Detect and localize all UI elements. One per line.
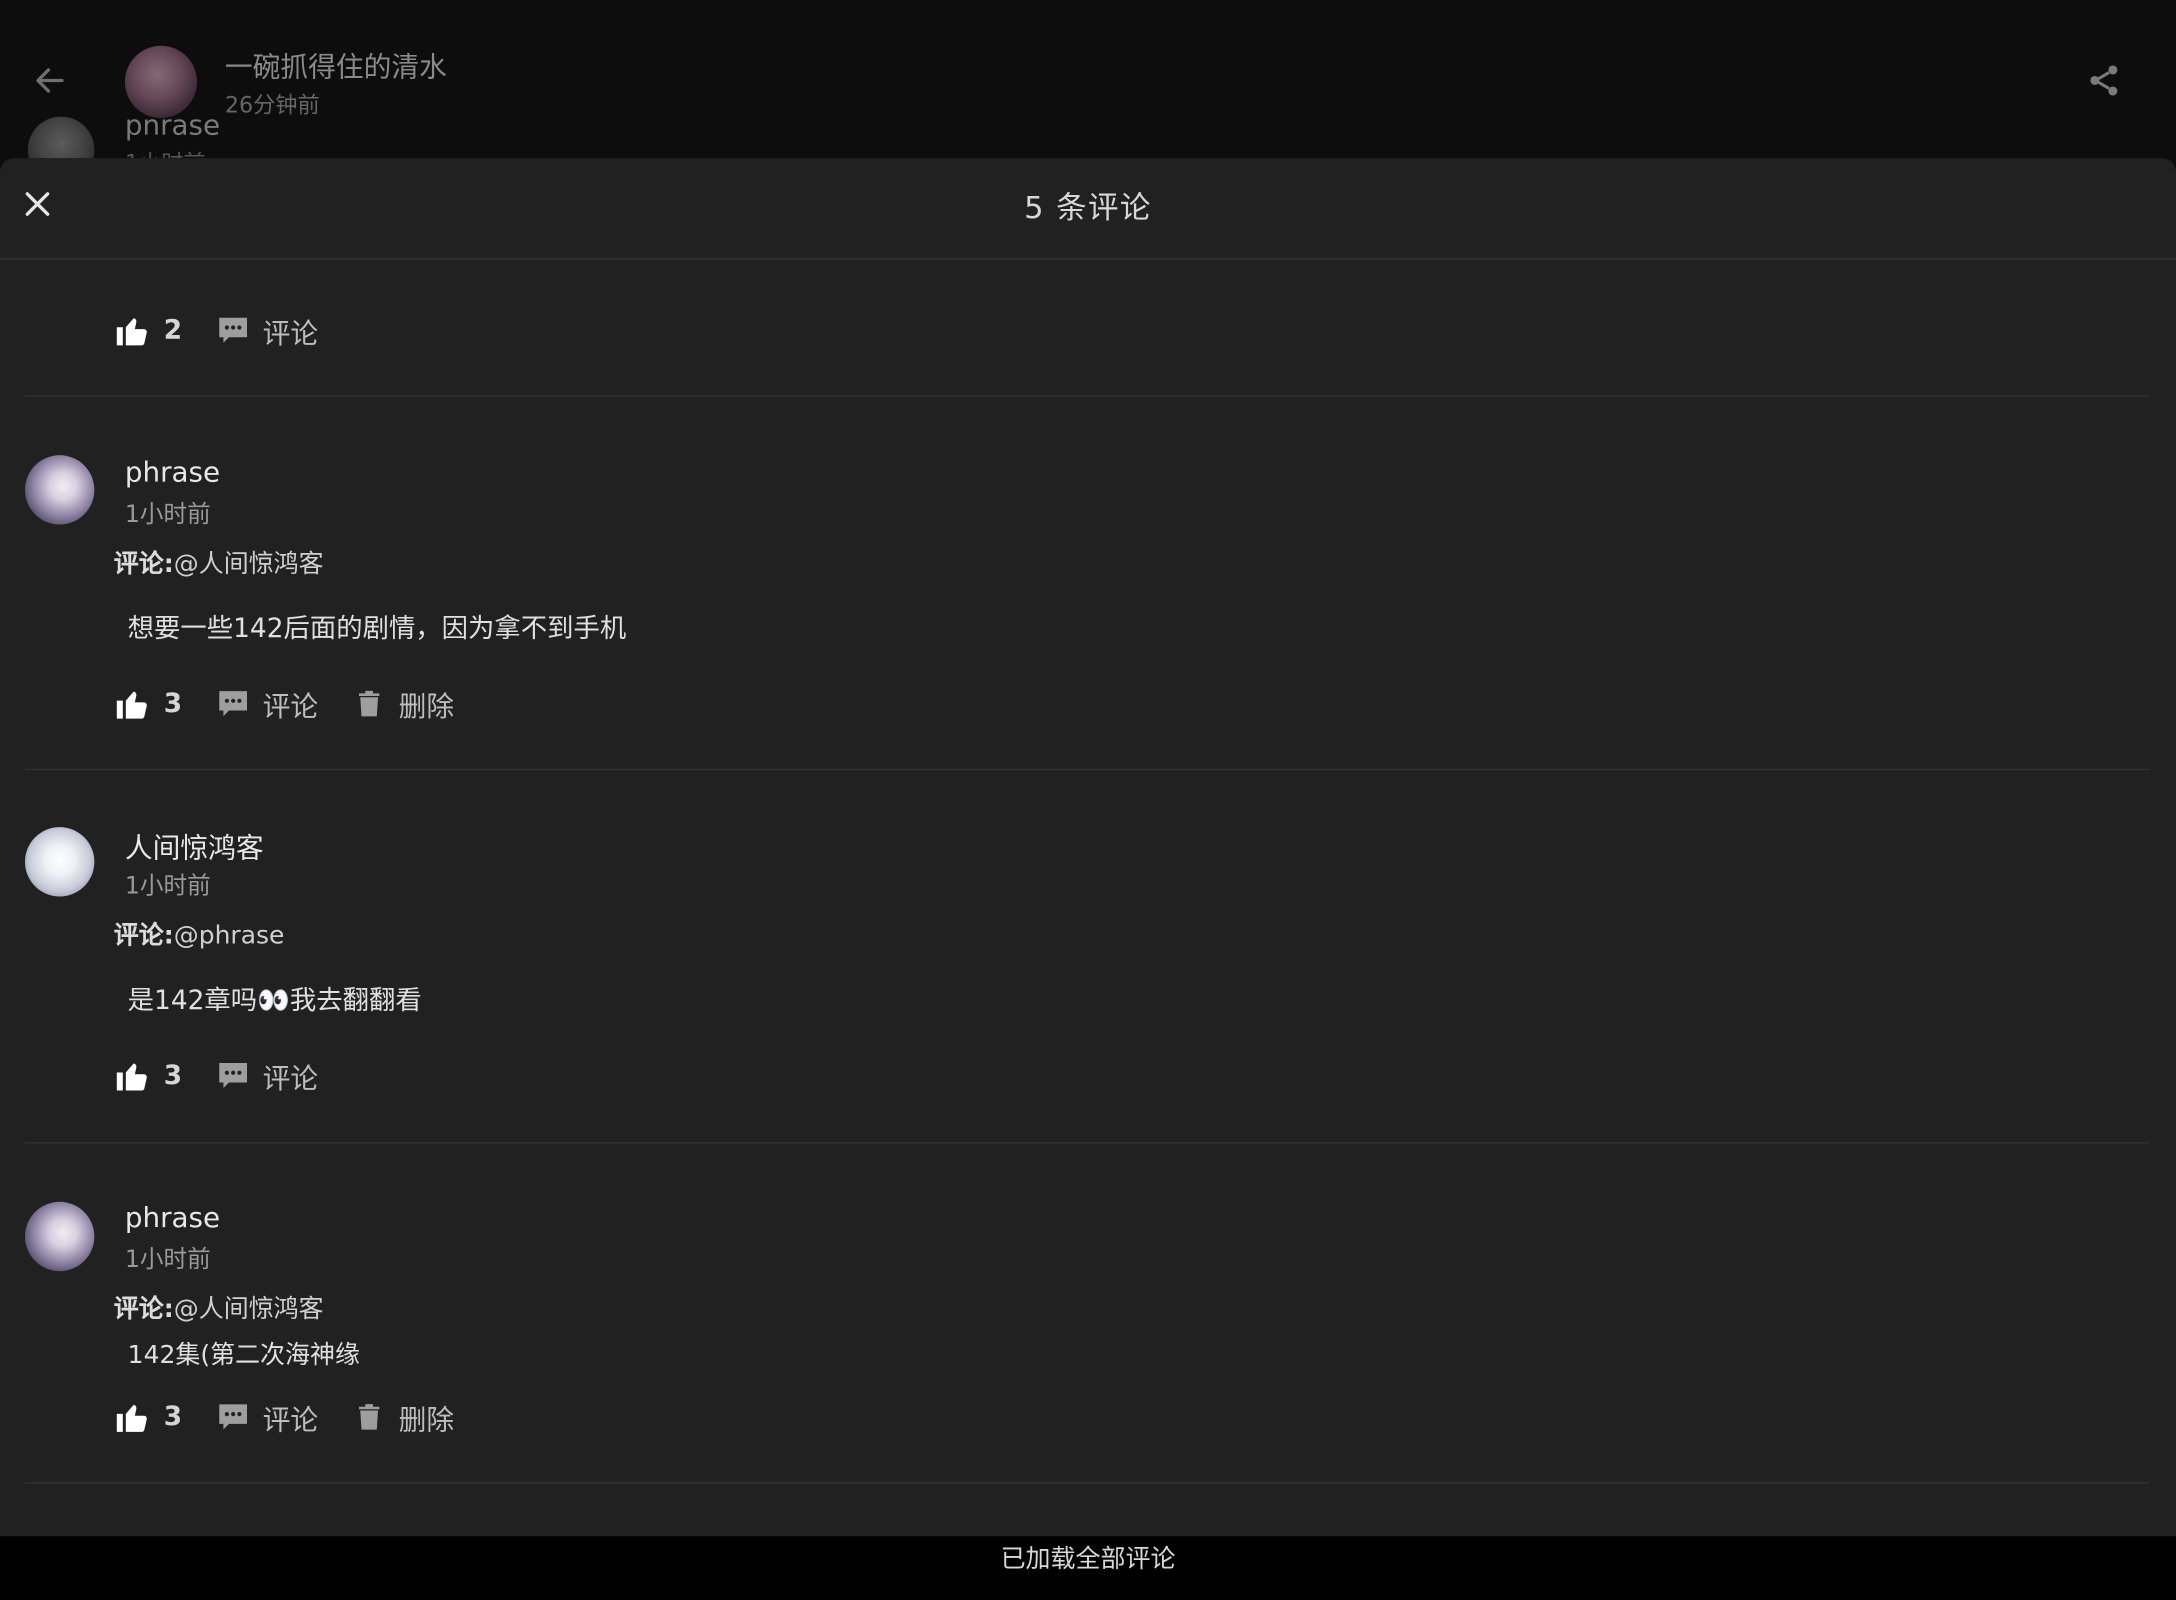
peek-time: 1小时前: [125, 144, 206, 158]
comment-actions: 3 评论 删除: [114, 683, 488, 725]
comment-actions: 2 评论: [114, 309, 352, 351]
post-header: 一碗抓得住的清水 26分钟前 pnrase 1小时前: [0, 0, 2176, 159]
comment-time: 1小时前: [124, 1246, 211, 1274]
reply-label: 评论: [262, 1060, 319, 1095]
avatar[interactable]: [24, 455, 95, 525]
reply-to-user[interactable]: @phrase: [174, 921, 285, 950]
back-button[interactable]: [28, 58, 72, 102]
load-status-text: 已加载全部评论: [1000, 1544, 1176, 1574]
reply-prefix: 评论:: [113, 1294, 174, 1324]
reply-button[interactable]: 评论: [215, 683, 318, 723]
reply-target: 评论:@phrase: [114, 916, 285, 952]
comment-time: 1小时前: [124, 500, 211, 529]
peek-name: pnrase: [124, 116, 221, 142]
reply-prefix: 评论:: [113, 921, 174, 951]
comment-text: 想要一些142后面的剧情，因为拿不到手机: [127, 613, 627, 644]
reply-label: 评论: [262, 315, 319, 350]
trash-icon: [351, 1399, 387, 1435]
reply-to-user[interactable]: @人间惊鸿客: [174, 1295, 324, 1324]
comment-text: 是142章吗👀我去翻翻看: [127, 985, 422, 1016]
comment-item: phrase 1小时前 评论:@人间惊鸿客 想要一些142后面的剧情，因为拿不到…: [24, 397, 2150, 771]
load-status-bar: 已加载全部评论: [0, 1536, 2176, 1600]
thumbs-up-icon: [114, 1057, 150, 1093]
thumbs-up-icon: [114, 1399, 150, 1435]
like-button[interactable]: 2: [114, 312, 182, 348]
sheet-header: 5 条评论: [0, 158, 2176, 260]
like-button[interactable]: 3: [114, 686, 182, 722]
comment-text: 142集(第二次海神缘: [127, 1340, 360, 1370]
delete-label: 删除: [398, 689, 455, 723]
reply-button[interactable]: 评论: [215, 310, 318, 350]
sheet-title: 5 条评论: [1024, 191, 1152, 227]
peek-comment: pnrase 1小时前: [27, 116, 583, 159]
comment-icon: [215, 1399, 251, 1435]
delete-button[interactable]: 删除: [351, 1397, 454, 1437]
author-name[interactable]: 一碗抓得住的清水: [225, 44, 447, 84]
share-button[interactable]: [2082, 58, 2126, 102]
comment-actions: 3 评论 删除: [114, 1396, 488, 1438]
like-count: 2: [163, 315, 183, 346]
comment-author[interactable]: phrase: [125, 1200, 220, 1233]
avatar[interactable]: [24, 827, 95, 897]
thumbs-up-icon: [114, 312, 150, 348]
reply-button[interactable]: 评论: [215, 1397, 318, 1437]
like-count: 3: [163, 1060, 183, 1091]
avatar[interactable]: [24, 1201, 95, 1272]
screen: 一碗抓得住的清水 26分钟前 pnrase 1小时前 5 条评论: [0, 0, 2176, 1600]
author-time: 26分钟前: [224, 91, 320, 118]
comment-icon: [215, 1057, 251, 1093]
avatar: [27, 116, 95, 159]
comment-time: 1小时前: [124, 872, 211, 901]
like-button[interactable]: 3: [114, 1399, 182, 1435]
comments-sheet: 5 条评论 2 评论 phrase 1小时前 评论:@人间惊鸿客 想要一些142…: [0, 158, 2176, 1538]
comment-item: 人间惊鸿客 1小时前 评论:@phrase 是142章吗👀我去翻翻看 3 评论: [24, 770, 2150, 1144]
comment-author[interactable]: phrase: [125, 455, 220, 488]
reply-label: 评论: [262, 689, 319, 723]
arrow-left-icon: [36, 68, 64, 93]
reply-target: 评论:@人间惊鸿客: [114, 1289, 324, 1325]
like-button[interactable]: 3: [114, 1057, 182, 1093]
reply-to-user[interactable]: @人间惊鸿客: [174, 550, 324, 579]
author-avatar[interactable]: [124, 45, 198, 118]
delete-button[interactable]: 删除: [351, 683, 454, 723]
reply-label: 评论: [262, 1402, 319, 1436]
comment-item: phrase 1小时前 评论:@人间惊鸿客 142集(第二次海神缘 3 评论 删…: [24, 1144, 2150, 1484]
like-count: 3: [163, 688, 183, 719]
thumbs-up-icon: [114, 686, 150, 722]
trash-icon: [351, 686, 387, 722]
comment-author[interactable]: 人间惊鸿客: [125, 826, 264, 866]
comment-item: 2 评论: [24, 260, 2150, 397]
like-count: 3: [163, 1401, 183, 1433]
comment-icon: [215, 686, 251, 722]
reply-prefix: 评论:: [113, 549, 174, 579]
reply-button[interactable]: 评论: [215, 1055, 318, 1095]
share-icon: [2090, 65, 2118, 96]
comment-actions: 3 评论: [114, 1055, 352, 1097]
reply-target: 评论:@人间惊鸿客: [114, 544, 324, 580]
delete-label: 删除: [398, 1402, 455, 1436]
comment-icon: [215, 312, 251, 348]
